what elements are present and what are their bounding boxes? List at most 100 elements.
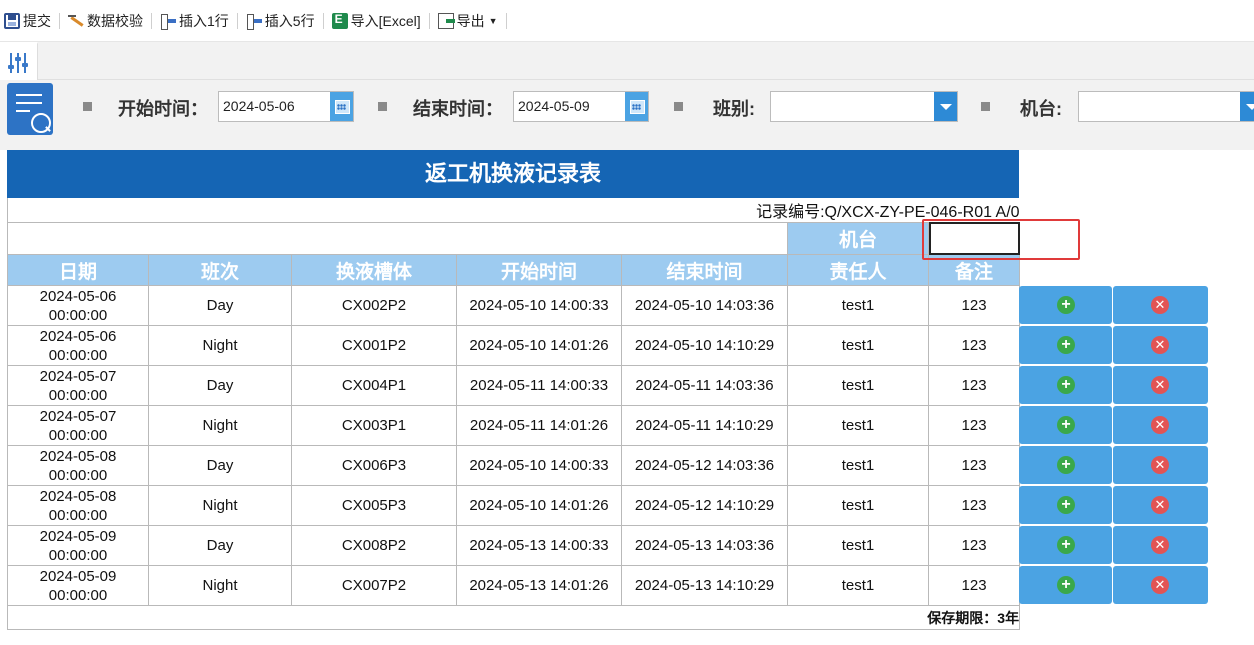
start-time-cell[interactable]: 2024-05-10 14:01:26 (456, 325, 622, 366)
tank-cell[interactable]: CX006P3 (291, 445, 457, 486)
start-date-field[interactable]: 2024-05-06 (218, 91, 354, 122)
note-cell[interactable]: 123 (927, 285, 1021, 326)
end-time-cell[interactable]: 2024-05-13 14:03:36 (621, 525, 788, 566)
tank-cell[interactable]: CX002P2 (291, 285, 457, 326)
date-cell[interactable]: 2024-05-07 00:00:00 (7, 365, 149, 406)
shift-cell[interactable]: Night (148, 325, 292, 366)
chevron-down-icon[interactable] (1240, 92, 1254, 121)
owner-cell[interactable]: test1 (787, 405, 929, 446)
delete-row-button[interactable]: ✕ (1113, 286, 1208, 324)
shift-select[interactable] (770, 91, 958, 122)
tank-cell[interactable]: CX001P2 (291, 325, 457, 366)
start-time-cell[interactable]: 2024-05-13 14:00:33 (456, 525, 622, 566)
end-date-value: 2024-05-09 (518, 98, 590, 114)
filter-toggle-tab[interactable] (0, 42, 38, 80)
shift-cell[interactable]: Day (148, 285, 292, 326)
import-excel-button[interactable]: 导入[Excel] (328, 9, 425, 33)
note-cell[interactable]: 123 (927, 365, 1021, 406)
delete-row-button[interactable]: ✕ (1113, 326, 1208, 364)
shift-cell[interactable]: Night (148, 485, 292, 526)
end-time-cell[interactable]: 2024-05-11 14:03:36 (621, 365, 788, 406)
start-time-cell[interactable]: 2024-05-11 14:01:26 (456, 405, 622, 446)
owner-cell[interactable]: test1 (787, 445, 929, 486)
start-time-cell[interactable]: 2024-05-13 14:01:26 (456, 565, 622, 606)
delete-row-button[interactable]: ✕ (1113, 446, 1208, 484)
delete-row-button[interactable]: ✕ (1113, 486, 1208, 524)
query-menu-button[interactable] (7, 83, 53, 135)
add-row-button[interactable]: + (1019, 406, 1112, 444)
owner-cell[interactable]: test1 (787, 565, 929, 606)
date-cell[interactable]: 2024-05-06 00:00:00 (7, 285, 149, 326)
tank-cell[interactable]: CX005P3 (291, 485, 457, 526)
add-row-button[interactable]: + (1019, 326, 1112, 364)
add-row-button[interactable]: + (1019, 446, 1112, 484)
shift-cell[interactable]: Night (148, 565, 292, 606)
end-time-cell[interactable]: 2024-05-10 14:10:29 (621, 325, 788, 366)
owner-cell[interactable]: test1 (787, 525, 929, 566)
delete-row-button[interactable]: ✕ (1113, 526, 1208, 564)
start-time-cell[interactable]: 2024-05-10 14:01:26 (456, 485, 622, 526)
start-time-cell[interactable]: 2024-05-10 14:00:33 (456, 445, 622, 486)
tank-cell[interactable]: CX007P2 (291, 565, 457, 606)
note-cell[interactable]: 123 (927, 405, 1021, 446)
validate-button[interactable]: 数据校验 (64, 9, 147, 33)
delete-row-button[interactable]: ✕ (1113, 566, 1208, 604)
date-cell[interactable]: 2024-05-07 00:00:00 (7, 405, 149, 446)
start-time-cell[interactable]: 2024-05-10 14:00:33 (456, 285, 622, 326)
export-button[interactable]: 导出 ▼ (434, 9, 502, 33)
record-number-row: 记录编号:Q/XCX-ZY-PE-046-R01 A/0 (6, 198, 1020, 223)
toolbar-divider (151, 12, 152, 29)
owner-cell[interactable]: test1 (787, 365, 929, 406)
excel-icon (331, 12, 348, 29)
delete-row-button[interactable]: ✕ (1113, 406, 1208, 444)
date-cell[interactable]: 2024-05-09 00:00:00 (7, 525, 149, 566)
note-cell[interactable]: 123 (927, 325, 1021, 366)
table-row: 2024-05-09 00:00:00 Day CX008P2 2024-05-13 1… (7, 525, 1021, 566)
date-cell[interactable]: 2024-05-08 00:00:00 (7, 445, 149, 486)
chevron-down-icon[interactable] (934, 92, 957, 121)
add-row-button[interactable]: + (1019, 486, 1112, 524)
owner-cell[interactable]: test1 (787, 485, 929, 526)
date-cell[interactable]: 2024-05-06 00:00:00 (7, 325, 149, 366)
note-cell[interactable]: 123 (927, 485, 1021, 526)
bullet-icon (981, 102, 990, 111)
tank-cell[interactable]: CX003P1 (291, 405, 457, 446)
end-time-cell[interactable]: 2024-05-10 14:03:36 (621, 285, 788, 326)
save-icon (4, 12, 20, 29)
date-value: 2024-05-08 (39, 487, 117, 505)
note-cell[interactable]: 123 (927, 565, 1021, 606)
tank-cell[interactable]: CX008P2 (291, 525, 457, 566)
shift-cell[interactable]: Day (148, 365, 292, 406)
insert-1-row-button[interactable]: 插入1行 (156, 9, 233, 33)
add-row-button[interactable]: + (1019, 366, 1112, 404)
calendar-icon[interactable] (625, 92, 648, 121)
end-date-field[interactable]: 2024-05-09 (513, 91, 649, 122)
column-header: 责任人 (787, 254, 929, 286)
add-row-button[interactable]: + (1019, 286, 1112, 324)
end-time-cell[interactable]: 2024-05-12 14:03:36 (621, 445, 788, 486)
time-value: 00:00:00 (48, 506, 108, 524)
machine-select[interactable] (1078, 91, 1254, 122)
add-row-button[interactable]: + (1019, 566, 1112, 604)
insert-5-rows-button[interactable]: 插入5行 (242, 9, 319, 33)
shift-cell[interactable]: Night (148, 405, 292, 446)
owner-cell[interactable]: test1 (787, 285, 929, 326)
end-time-cell[interactable]: 2024-05-12 14:10:29 (621, 485, 788, 526)
end-time-cell[interactable]: 2024-05-13 14:10:29 (621, 565, 788, 606)
shift-cell[interactable]: Day (148, 445, 292, 486)
add-row-button[interactable]: + (1019, 526, 1112, 564)
table-row: 2024-05-07 00:00:00 Night CX003P1 2024-05-11… (7, 405, 1021, 446)
shift-cell[interactable]: Day (148, 525, 292, 566)
machine-cell-label: 机台 (787, 222, 929, 255)
note-cell[interactable]: 123 (927, 445, 1021, 486)
date-cell[interactable]: 2024-05-08 00:00:00 (7, 485, 149, 526)
calendar-icon[interactable] (330, 92, 353, 121)
end-time-cell[interactable]: 2024-05-11 14:10:29 (621, 405, 788, 446)
note-cell[interactable]: 123 (927, 525, 1021, 566)
date-cell[interactable]: 2024-05-09 00:00:00 (7, 565, 149, 606)
tank-cell[interactable]: CX004P1 (291, 365, 457, 406)
submit-button[interactable]: 提交 (0, 9, 55, 33)
start-time-cell[interactable]: 2024-05-11 14:00:33 (456, 365, 622, 406)
delete-row-button[interactable]: ✕ (1113, 366, 1208, 404)
owner-cell[interactable]: test1 (787, 325, 929, 366)
